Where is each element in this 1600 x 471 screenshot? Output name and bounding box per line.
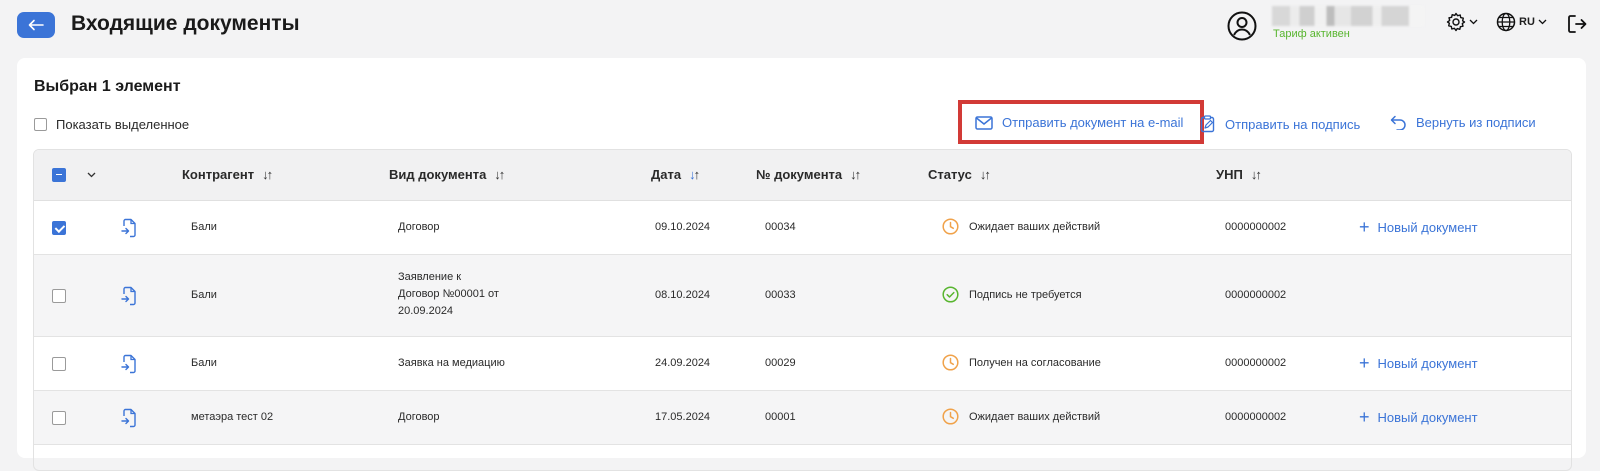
sort-icon[interactable]: ↓↑ — [850, 167, 861, 182]
cell-status: Ожидает ваших действий — [942, 408, 1100, 425]
row-checkbox[interactable] — [52, 411, 66, 425]
user-avatar-icon[interactable] — [1227, 11, 1257, 41]
user-name-blurred — [1272, 6, 1424, 26]
cell-counterparty: Бали — [191, 289, 217, 301]
table-header: Контрагент ↓↑ Вид документа ↓↑ Дата ↓↑ №… — [34, 150, 1571, 201]
cell-doc-type: Заявление к Договор №00001 от 20.09.2024 — [398, 271, 499, 317]
table-row[interactable]: метаэра тест 02 Договор 17.05.2024 00001… — [34, 391, 1571, 445]
sort-icon[interactable]: ↓↑ — [980, 167, 991, 182]
table-row[interactable]: Бали Договор 09.10.2024 00034 Ожидает ва… — [34, 201, 1571, 255]
cell-unp: 0000000002 — [1225, 221, 1287, 233]
globe-icon — [1496, 12, 1516, 32]
clock-icon — [942, 408, 959, 425]
chevron-down-icon[interactable] — [87, 172, 96, 178]
page-title: Входящие документы — [71, 12, 300, 35]
cell-unp: 0000000002 — [1225, 357, 1287, 369]
cell-status: Подпись не требуется — [942, 286, 1082, 303]
new-document-label: Новый документ — [1377, 220, 1478, 235]
new-document-button[interactable]: + Новый документ — [1359, 217, 1478, 237]
tariff-status: Тариф активен — [1273, 28, 1350, 40]
incoming-document-icon — [121, 354, 136, 374]
back-button[interactable] — [17, 12, 55, 38]
plus-icon: + — [1359, 217, 1370, 237]
cell-date: 08.10.2024 — [655, 289, 711, 301]
settings-menu[interactable] — [1446, 12, 1478, 32]
status-text: Подпись не требуется — [969, 288, 1082, 301]
language-selector[interactable]: RU — [1496, 12, 1547, 32]
documents-table: Контрагент ↓↑ Вид документа ↓↑ Дата ↓↑ №… — [33, 149, 1572, 471]
incoming-document-icon — [121, 218, 136, 238]
column-doc-number[interactable]: № документа ↓↑ — [756, 167, 861, 182]
show-selected-label: Показать выделенное — [56, 117, 190, 132]
select-all-checkbox[interactable] — [52, 168, 66, 182]
sort-icon[interactable]: ↓↑ — [1251, 167, 1262, 182]
return-from-sign-button[interactable]: Вернуть из подписи — [1390, 115, 1536, 130]
column-status[interactable]: Статус ↓↑ — [928, 167, 991, 182]
cell-counterparty: Бали — [191, 357, 217, 369]
cell-status: Получен на согласование — [942, 354, 1101, 371]
cell-doc-number: 00029 — [765, 357, 796, 369]
cell-doc-type: Договор — [398, 221, 440, 233]
incoming-document-icon — [121, 286, 136, 306]
status-text: Ожидает ваших действий — [969, 410, 1101, 423]
cell-date: 09.10.2024 — [655, 221, 711, 233]
new-document-label: Новый документ — [1377, 410, 1478, 425]
gear-icon — [1446, 12, 1466, 32]
table-row[interactable]: Бали Заявка на медиацию 24.09.2024 00029… — [34, 337, 1571, 391]
column-counterparty[interactable]: Контрагент ↓↑ — [182, 167, 273, 182]
cell-unp: 0000000002 — [1225, 289, 1287, 301]
highlight-frame — [958, 100, 1204, 144]
status-text: Ожидает ваших действий — [969, 220, 1101, 233]
logout-icon[interactable] — [1566, 13, 1588, 35]
cell-counterparty: метаэра тест 02 — [191, 411, 274, 423]
cell-doc-number: 00034 — [765, 221, 796, 233]
status-text: Получен на согласование — [969, 356, 1101, 369]
documents-card: Выбран 1 элемент Показать выделенное Отп… — [17, 58, 1586, 471]
cell-doc-type: Договор — [398, 411, 440, 423]
chevron-down-icon — [1538, 19, 1547, 25]
clipboard-pen-icon — [1200, 115, 1215, 133]
undo-arrow-icon — [1390, 115, 1406, 130]
sort-icon[interactable]: ↓↑ — [494, 167, 505, 182]
check-circle-icon — [942, 286, 959, 303]
plus-icon: + — [1359, 407, 1370, 427]
sort-icon-active[interactable]: ↓↑ — [689, 167, 700, 182]
cell-unp: 0000000002 — [1225, 411, 1287, 423]
row-checkbox[interactable] — [52, 289, 66, 303]
arrow-left-icon — [28, 19, 44, 31]
chevron-down-icon — [1469, 19, 1478, 25]
new-document-button[interactable]: + Новый документ — [1359, 407, 1478, 427]
cell-date: 17.05.2024 — [655, 411, 711, 423]
plus-icon: + — [1359, 353, 1370, 373]
table-row[interactable]: Бали Заявление к Договор №00001 от 20.09… — [34, 255, 1571, 337]
column-doc-type[interactable]: Вид документа ↓↑ — [389, 167, 505, 182]
cell-status: Ожидает ваших действий — [942, 218, 1100, 235]
incoming-document-icon — [121, 408, 136, 428]
new-document-button[interactable]: + Новый документ — [1359, 353, 1478, 373]
top-bar: Входящие документы Тариф активен RU — [0, 0, 1600, 56]
send-to-sign-button[interactable]: Отправить на подпись — [1200, 115, 1360, 133]
column-unp[interactable]: УНП ↓↑ — [1216, 167, 1262, 182]
selection-count-title: Выбран 1 элемент — [34, 78, 181, 95]
cell-date: 24.09.2024 — [655, 357, 711, 369]
column-date[interactable]: Дата ↓↑ — [651, 167, 700, 182]
new-document-label: Новый документ — [1377, 356, 1478, 371]
row-checkbox[interactable] — [52, 221, 66, 235]
cell-doc-number: 00033 — [765, 289, 796, 301]
cell-counterparty: Бали — [191, 221, 217, 233]
language-code: RU — [1519, 16, 1535, 28]
clock-icon — [942, 218, 959, 235]
row-checkbox[interactable] — [52, 357, 66, 371]
show-selected-toggle[interactable]: Показать выделенное — [34, 117, 189, 132]
sort-icon[interactable]: ↓↑ — [262, 167, 273, 182]
cell-doc-number: 00001 — [765, 411, 796, 423]
return-from-sign-label: Вернуть из подписи — [1416, 115, 1536, 130]
send-to-sign-label: Отправить на подпись — [1225, 116, 1361, 132]
cell-doc-type: Заявка на медиацию — [398, 357, 505, 369]
show-selected-checkbox[interactable] — [34, 118, 47, 131]
clock-icon — [942, 354, 959, 371]
